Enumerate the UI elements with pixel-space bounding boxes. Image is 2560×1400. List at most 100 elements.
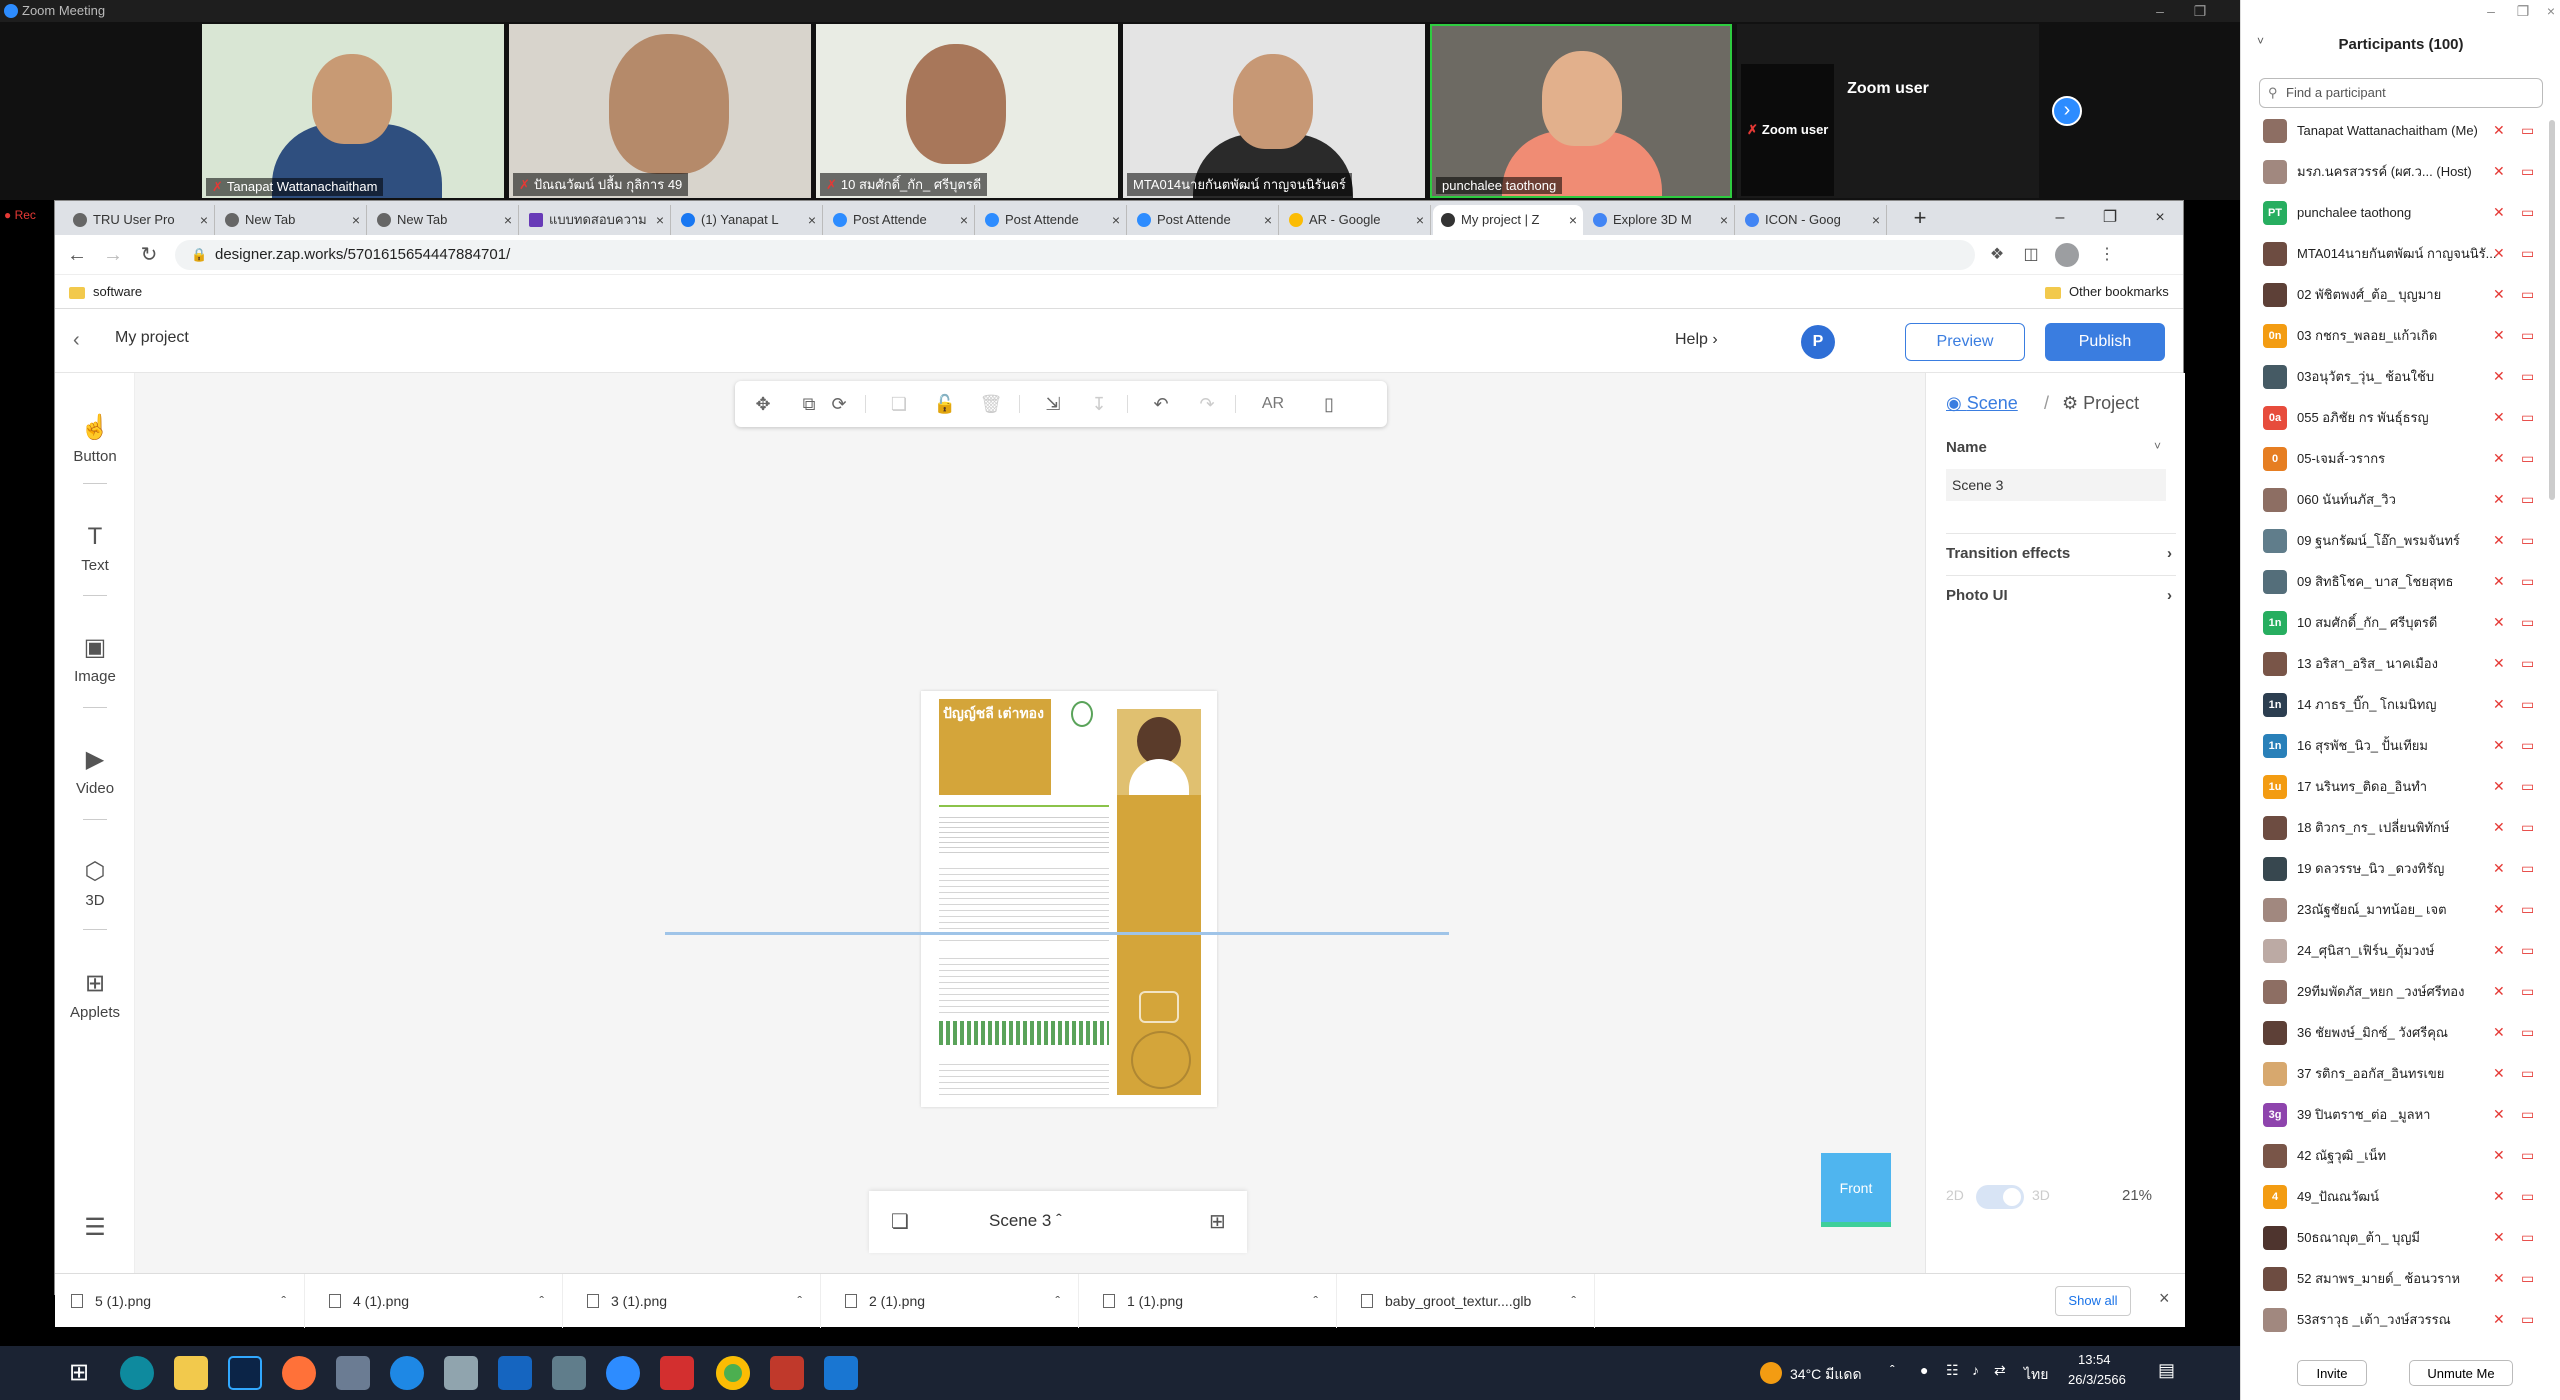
clock-time[interactable]: 13:54 [2078,1352,2111,1367]
close-tab-icon[interactable]: × [504,205,512,235]
minimize-icon[interactable]: – [2140,0,2180,22]
participant-row[interactable]: 19 ดลวรรษ_นิว _ดวงทิรัญ ✕ ▭ [2241,848,2560,889]
tab-project[interactable]: ⚙ Project [2062,393,2139,414]
mic-muted-icon[interactable]: ✕ [2493,889,2505,930]
mic-icon[interactable]: ● [1920,1362,1928,1378]
close-window-icon[interactable]: × [2135,201,2185,235]
preview-button[interactable]: Preview [1905,323,2025,361]
download-item[interactable]: 2 (1).png ˆ [829,1274,1079,1328]
scrollbar[interactable] [2549,120,2555,500]
browser-tab[interactable]: New Tab × [369,205,519,235]
mic-muted-icon[interactable]: ✕ [2493,1094,2505,1135]
participant-row[interactable]: 23ณัฐชัยณ์_มาทน้อย_ เจต ✕ ▭ [2241,889,2560,930]
participant-row[interactable]: 36 ชัยพงษ์_มิกซ์_ วังศรีคุณ ✕ ▭ [2241,1012,2560,1053]
chevron-up-icon[interactable]: ˆ [281,1274,286,1328]
close-tab-icon[interactable]: × [1112,205,1120,235]
participant-row[interactable]: 09 ฐนกรัฒน์_โอ๊ก_พรมจันทร์ ✕ ▭ [2241,520,2560,561]
new-tab-button[interactable]: + [1905,205,1935,233]
mic-muted-icon[interactable]: ✕ [2493,233,2505,274]
close-tab-icon[interactable]: × [960,205,968,235]
download-item[interactable]: 5 (1).png ˆ [55,1274,305,1328]
participant-row[interactable]: 0 05-เจมส์-วรากร ✕ ▭ [2241,438,2560,479]
edge-icon[interactable] [120,1356,154,1390]
chevron-up-icon[interactable]: ˆ [539,1274,544,1328]
mic-muted-icon[interactable]: ✕ [2493,1217,2505,1258]
view-mode-toggle[interactable] [1976,1185,2024,1209]
rail-applets[interactable]: ⊞ Applets [55,969,135,1021]
video-off-icon[interactable]: ▭ [2521,1299,2534,1340]
add-scene-icon[interactable]: ⊞ [1209,1209,1226,1234]
mic-muted-icon[interactable]: ✕ [2493,397,2505,438]
participant-row[interactable]: 1n 10 สมศักดิ์_กัก_ ศรีบุตรดี ✕ ▭ [2241,602,2560,643]
participant-row[interactable]: 02 พัชิตพงศ์_ต้อ_ บุญมาย ✕ ▭ [2241,274,2560,315]
participant-row[interactable]: 0a 055 อภิชัย กร พันธุ์ธรญ ✕ ▭ [2241,397,2560,438]
browser-tab[interactable]: TRU User Pro × [65,205,215,235]
mic-muted-icon[interactable]: ✕ [2493,561,2505,602]
show-all-button[interactable]: Show all [2055,1286,2131,1316]
photo-ui-row[interactable]: Photo UI › [1946,575,2176,617]
video-off-icon[interactable]: ▭ [2521,684,2534,725]
video-off-icon[interactable]: ▭ [2521,438,2534,479]
participant-row[interactable]: 3g 39 ปินตราช_ต่อ _มูลหา ✕ ▭ [2241,1094,2560,1135]
video-off-icon[interactable]: ▭ [2521,1258,2534,1299]
video-off-icon[interactable]: ▭ [2521,110,2534,151]
other-bookmarks[interactable]: Other bookmarks [2045,275,2169,309]
participant-row[interactable]: 29ทีมพัดภัส_หยก _วงษ์ศรีทอง ✕ ▭ [2241,971,2560,1012]
close-tab-icon[interactable]: × [352,205,360,235]
participant-row[interactable]: PT punchalee taothong ✕ ▭ [2241,192,2560,233]
browser-tab[interactable]: Post Attende × [977,205,1127,235]
browser-tab[interactable]: New Tab × [217,205,367,235]
video-off-icon[interactable]: ▭ [2521,1176,2534,1217]
mic-muted-icon[interactable]: ✕ [2493,479,2505,520]
mic-muted-icon[interactable]: ✕ [2493,725,2505,766]
fit-icon[interactable]: ⇲ [1039,391,1067,417]
close-icon[interactable]: × [2531,0,2560,22]
browser-tab[interactable]: Post Attende × [825,205,975,235]
close-tab-icon[interactable]: × [200,205,208,235]
browser-tab[interactable]: AR - Google × [1281,205,1431,235]
video-off-icon[interactable]: ▭ [2521,233,2534,274]
close-tab-icon[interactable]: × [1872,205,1880,235]
participant-row[interactable]: MTA014นายกันตพัฒน์ กาญจนนิรั... ✕ ▭ [2241,233,2560,274]
video-off-icon[interactable]: ▭ [2521,561,2534,602]
rail-image[interactable]: ▣ Image [55,633,135,685]
mic-muted-icon[interactable]: ✕ [2493,1012,2505,1053]
duplicate-icon[interactable]: ❏ [885,391,913,417]
publish-button[interactable]: Publish [2045,323,2165,361]
app-icon[interactable] [498,1356,532,1390]
editor-canvas[interactable]: ✥ ⧉ ⟳ ❏ 🔓 🗑 ⇲ ↧ ↶ ↷ AR ▯ ปัญญ์ชลี เต่าทอ… [135,373,1925,1273]
video-off-icon[interactable]: ▭ [2521,766,2534,807]
participant-row[interactable]: 0n 03 กชกร_พลอย_แก้วเกิด ✕ ▭ [2241,315,2560,356]
chevron-up-icon[interactable]: ˆ [797,1274,802,1328]
app-icon[interactable] [444,1356,478,1390]
video-off-icon[interactable]: ▭ [2521,971,2534,1012]
chevron-up-icon[interactable]: ˆ [1055,1274,1060,1328]
video-off-icon[interactable]: ▭ [2521,1012,2534,1053]
zoom-level[interactable]: 21% [2122,1187,2152,1204]
close-tab-icon[interactable]: × [1720,205,1728,235]
mic-muted-icon[interactable]: ✕ [2493,1135,2505,1176]
video-off-icon[interactable]: ▭ [2521,1135,2534,1176]
calculator-icon[interactable] [552,1356,586,1390]
scene-name-input[interactable] [1946,469,2166,501]
video-off-icon[interactable]: ▭ [2521,356,2534,397]
mic-muted-icon[interactable]: ✕ [2493,438,2505,479]
chrome-icon[interactable] [716,1356,750,1390]
participant-row[interactable]: 1u 17 นรินทร_ติดอ_อินทำ ✕ ▭ [2241,766,2560,807]
browser-tab[interactable]: ICON - Goog × [1737,205,1887,235]
resume-image[interactable]: ปัญญ์ชลี เต่าทอง [921,691,1217,1107]
video-off-icon[interactable]: ▭ [2521,520,2534,561]
video-tile[interactable]: ✗ Tanapat Wattanachaitham [202,24,504,198]
photoshop-icon[interactable] [228,1356,262,1390]
video-tile[interactable]: punchalee taothong [1430,24,1732,198]
close-tab-icon[interactable]: × [1264,205,1272,235]
file-explorer-icon[interactable] [174,1356,208,1390]
participant-row[interactable]: 52 สมาพร_มายด์_ ช้อนวราห ✕ ▭ [2241,1258,2560,1299]
next-page-icon[interactable]: › [2052,96,2082,126]
back-icon[interactable]: ← [63,241,91,269]
participant-row[interactable]: 1n 16 สุรพัช_นิว_ ปั้นเทียม ✕ ▭ [2241,725,2560,766]
powerpoint-icon[interactable] [770,1356,804,1390]
participant-row[interactable]: 4 49_ปัณณวัฒน์ ✕ ▭ [2241,1176,2560,1217]
video-off-icon[interactable]: ▭ [2521,643,2534,684]
video-off-icon[interactable]: ▭ [2521,1094,2534,1135]
